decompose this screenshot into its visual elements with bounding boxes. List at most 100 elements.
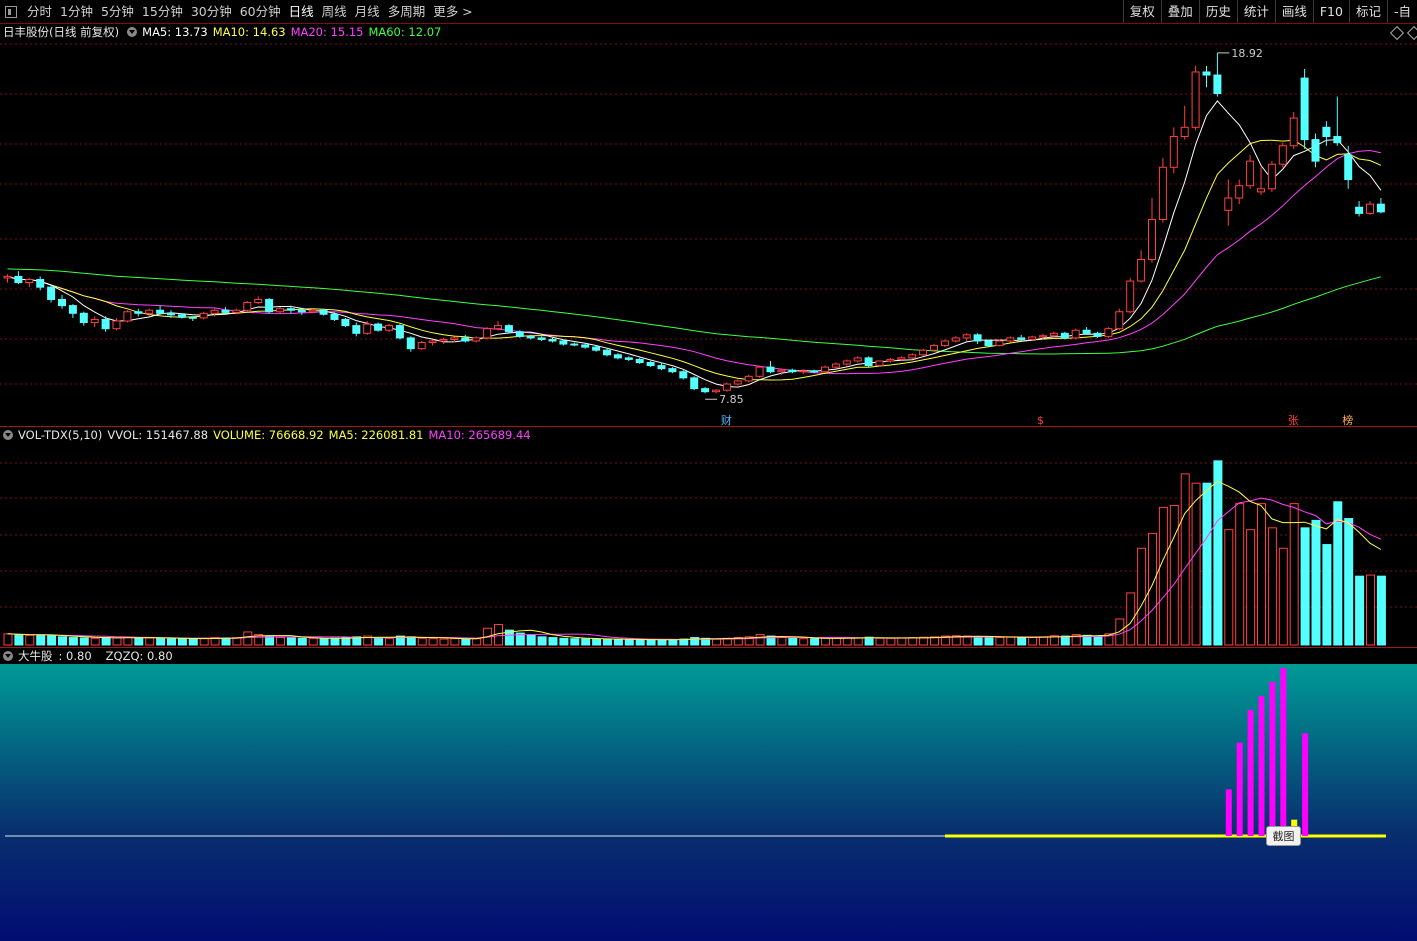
volume-bar [1355, 575, 1365, 646]
tool-button[interactable]: 标记 [1348, 0, 1387, 23]
vol-ma10-label: MA10: 265689.44 [428, 428, 531, 442]
volume-bar [1300, 527, 1310, 646]
signal-chart[interactable] [0, 664, 1417, 941]
volume-bar [1060, 635, 1070, 646]
period-tab[interactable]: 1分钟 [56, 0, 97, 23]
volume-bar [646, 639, 656, 646]
volume-bar [123, 636, 133, 646]
candle-body [810, 370, 819, 373]
candle-body [417, 342, 426, 350]
volume-bar [1257, 503, 1266, 646]
candle-body [537, 337, 546, 340]
candle-body [744, 375, 753, 382]
event-marker: 榜 [1342, 413, 1353, 426]
volume-bar [1017, 637, 1027, 646]
tool-button[interactable]: 叠加 [1160, 0, 1199, 23]
tool-button[interactable]: 画线 [1274, 0, 1313, 23]
signal-bar [1280, 668, 1287, 836]
candle-body [428, 340, 437, 344]
volume-bar [1191, 482, 1201, 646]
menu-icon[interactable] [5, 5, 17, 18]
period-tab[interactable]: 多周期 [384, 0, 430, 23]
candle-body [156, 309, 165, 314]
volume-bar [810, 638, 820, 646]
period-tab[interactable]: 5分钟 [97, 0, 138, 23]
volume-bar [886, 637, 896, 646]
period-tab[interactable]: 周线 [318, 0, 351, 23]
candle-body [919, 349, 928, 356]
candle-body [254, 298, 263, 304]
volume-bar [276, 637, 285, 646]
candle-body [712, 389, 720, 393]
tool-button[interactable]: 统计 [1236, 0, 1275, 23]
period-tab[interactable]: 30分钟 [187, 0, 236, 23]
low-price-label: 7.85 [719, 393, 744, 406]
candle-body [167, 312, 175, 316]
volume-bar [1006, 636, 1016, 646]
volume-bar [319, 638, 329, 646]
price-chart[interactable]: 18.92 7.85 财 $ 张 榜 [0, 24, 1417, 426]
candle-body [1213, 74, 1222, 94]
signal-dropdown-icon[interactable] [3, 651, 13, 661]
volume-bar [112, 637, 122, 646]
signal-bar [1236, 742, 1243, 836]
volume-dropdown-icon[interactable] [3, 430, 13, 440]
candle-body [1257, 188, 1265, 193]
candle-body [1049, 332, 1058, 337]
period-tabs: 分时 1分钟 5分钟 15分钟 30分钟 60分钟 日线 周线 月线 多周期 更多 > [0, 0, 477, 23]
candle-body [79, 312, 88, 324]
period-tab[interactable]: 月线 [351, 0, 384, 23]
volume-bar [1180, 473, 1190, 646]
volume-bar [526, 634, 536, 646]
volume-bar [592, 638, 602, 646]
candle-body [570, 343, 579, 346]
volume-chart[interactable] [0, 443, 1417, 647]
period-tab[interactable]: 60分钟 [236, 0, 285, 23]
candle-body [1235, 185, 1244, 199]
tool-button[interactable]: F10 [1312, 0, 1349, 23]
period-tab[interactable]: 更多 > [429, 0, 476, 23]
volume-bar [156, 637, 166, 646]
tool-button[interactable]: -自 [1386, 0, 1417, 23]
candle-body [134, 311, 143, 314]
volume-bar [417, 637, 427, 646]
volume-bar [406, 636, 416, 646]
tool-button[interactable]: 历史 [1198, 0, 1237, 23]
candle-body [374, 323, 383, 331]
candle-body [101, 318, 110, 330]
candle-body [232, 309, 241, 313]
period-tab[interactable]: 分时 [23, 0, 56, 23]
volume-bar [853, 637, 863, 646]
volume-bar [101, 637, 111, 646]
candle-body [123, 311, 132, 322]
candle-body [592, 346, 601, 351]
candle-body [90, 318, 99, 324]
candle-body [853, 357, 862, 362]
volume-bar [657, 639, 667, 646]
volume-bar [286, 637, 296, 646]
tool-button[interactable]: 复权 [1122, 0, 1161, 23]
volume-bar [1028, 636, 1038, 646]
candle-body [1246, 160, 1255, 187]
candle-body [897, 357, 906, 360]
volume-bar [788, 637, 798, 646]
volume-bar [134, 637, 144, 646]
volume-bar [439, 638, 449, 646]
signal-bar [1225, 789, 1232, 836]
period-toolbar: 分时 1分钟 5分钟 15分钟 30分钟 60分钟 日线 周线 月线 多周期 更多 > 复权 叠加 历史… [0, 0, 1417, 24]
period-tab[interactable]: 15分钟 [138, 0, 187, 23]
candle-body [210, 309, 219, 314]
screenshot-button[interactable]: 截图 [1266, 826, 1301, 846]
period-tab[interactable]: 日线 [285, 0, 318, 23]
candle-body [1267, 163, 1276, 190]
candle-body [962, 334, 971, 339]
candle-body [635, 358, 644, 363]
candle-body [701, 388, 710, 393]
candle-body [1202, 71, 1211, 76]
candle-body [177, 314, 186, 318]
event-marker: 张 [1288, 414, 1299, 426]
candle-body [799, 370, 808, 373]
candle-body [613, 354, 622, 359]
volume-bar [461, 638, 471, 646]
candle-body [733, 380, 742, 385]
